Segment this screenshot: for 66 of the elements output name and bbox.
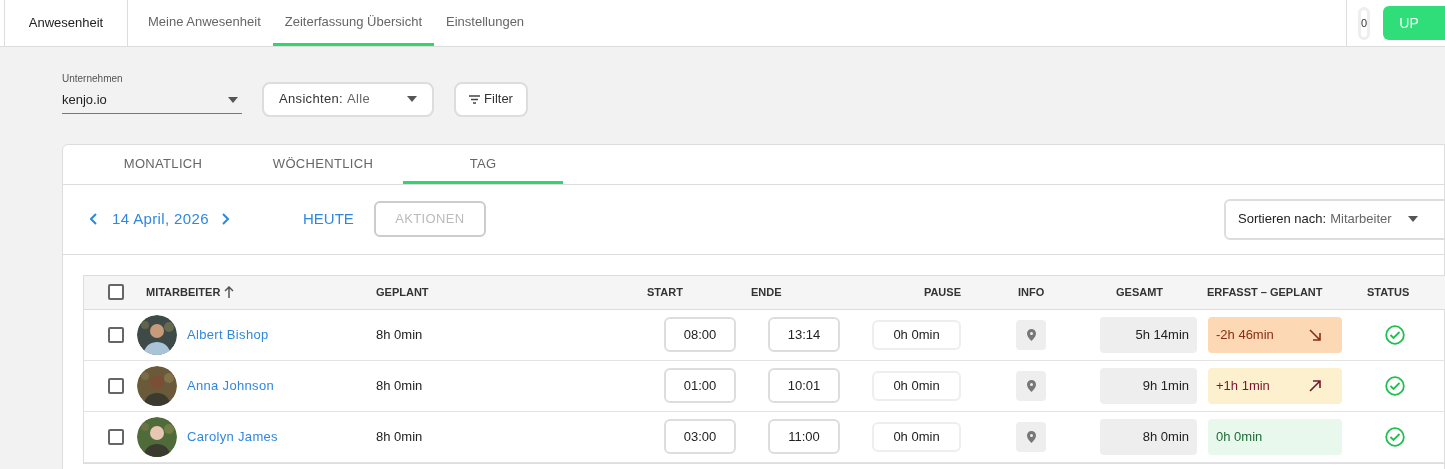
planned-time: 8h 0min [376, 377, 423, 393]
column-header: GEPLANT [376, 285, 429, 298]
end-time-field[interactable]: 13:14 [768, 317, 840, 352]
start-time-field[interactable]: 08:00 [664, 317, 736, 352]
period-tab[interactable]: TAG [403, 144, 563, 184]
employee-link[interactable]: Carolyn James [187, 426, 278, 447]
period-tab[interactable]: WÖCHENTLICH [243, 144, 403, 184]
counter-badge: 0 [1358, 6, 1371, 40]
caret-icon [228, 96, 238, 103]
caret-icon [1407, 216, 1418, 222]
pause-field[interactable]: 0h 0min [872, 370, 961, 401]
difference-value: 0h 0min [1216, 427, 1263, 446]
period-tab[interactable]: MONATLICH [83, 144, 243, 184]
column-header[interactable]: MITARBEITER [146, 283, 221, 301]
filter-button[interactable]: Filter [454, 81, 528, 117]
end-time-field[interactable]: 10:01 [768, 368, 840, 403]
nav-tab[interactable]: Zeiterfassung Übersicht [272, 0, 435, 46]
total-time: 8h 0min [1100, 418, 1197, 455]
column-header: PAUSE [923, 285, 961, 298]
pause-field[interactable]: 0h 0min [872, 319, 961, 350]
chevron-right-icon[interactable] [221, 213, 229, 225]
end-time-field[interactable]: 11:00 [768, 419, 840, 454]
total-time: 5h 14min [1100, 316, 1197, 353]
checkbox[interactable] [108, 377, 124, 394]
employee-link[interactable]: Albert Bishop [187, 324, 269, 345]
difference-value: -2h 46min [1216, 325, 1274, 344]
checkbox[interactable] [108, 326, 124, 343]
start-time-field[interactable]: 01:00 [664, 368, 736, 403]
chevron-left-icon[interactable] [90, 213, 98, 225]
total-time: 9h 1min [1100, 367, 1197, 404]
pause-field[interactable]: 0h 0min [872, 421, 961, 452]
employee-link[interactable]: Anna Johnson [187, 375, 275, 396]
sort-label: Sortieren nach: [1238, 210, 1327, 229]
views-value: Alle [346, 90, 370, 109]
filter-icon [469, 94, 481, 104]
location-pin-icon[interactable] [1016, 370, 1046, 401]
checkbox[interactable] [108, 284, 124, 300]
column-header: GESAMT [1116, 285, 1164, 298]
arrow-up-right-icon [1308, 378, 1322, 393]
arrow-down-right-icon [1308, 327, 1322, 342]
nav-tab[interactable]: Einstellungen [434, 0, 537, 46]
company-value: kenjo.io [62, 91, 107, 109]
today-button[interactable]: HEUTE [303, 207, 354, 231]
caret-icon [407, 96, 417, 102]
date-label: 14 April, 2026 [112, 208, 209, 229]
views-label: Ansichten: [279, 90, 343, 109]
planned-time: 8h 0min [376, 428, 423, 444]
sort-dropdown[interactable]: Sortieren nach: Mitarbeiter [1224, 198, 1445, 240]
location-pin-icon[interactable] [1016, 319, 1046, 350]
nav-tab[interactable]: Meine Anwesenheit [136, 0, 273, 46]
column-header: STATUS [1367, 285, 1410, 298]
sort-value: Mitarbeiter [1330, 210, 1392, 229]
checkbox[interactable] [108, 428, 124, 445]
views-dropdown[interactable]: Ansichten: Alle [262, 81, 434, 117]
column-header: START [647, 285, 683, 298]
difference-value: +1h 1min [1216, 376, 1270, 395]
location-pin-icon[interactable] [1016, 421, 1046, 452]
column-header: ENDE [751, 285, 782, 298]
company-label: Unternehmen [62, 72, 124, 86]
column-header: INFO [1018, 285, 1045, 298]
company-select[interactable]: Unternehmen kenjo.io [62, 71, 242, 114]
planned-time: 8h 0min [376, 326, 423, 342]
app-title: Anwesenheit [28, 14, 104, 33]
start-time-field[interactable]: 03:00 [664, 419, 736, 454]
sort-arrow-up-icon [224, 286, 235, 298]
column-header: ERFASST – GEPLANT [1207, 285, 1323, 298]
